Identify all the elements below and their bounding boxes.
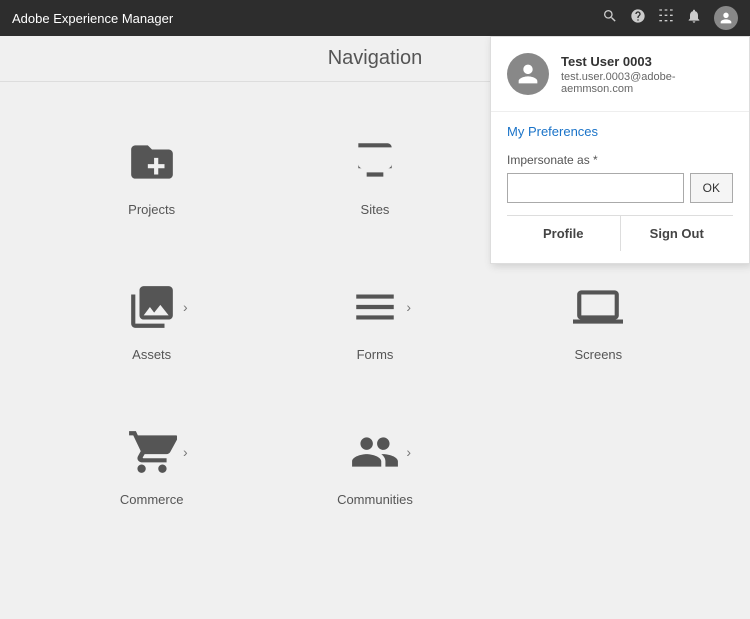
nav-item-communities[interactable]: › Communities [263, 392, 486, 537]
app-title: Adobe Experience Manager [12, 11, 173, 26]
profile-footer: Profile Sign Out [507, 215, 733, 251]
nav-bar-title: Navigation [328, 47, 423, 70]
forms-label: Forms [357, 347, 394, 362]
my-preferences-link[interactable]: My Preferences [507, 124, 733, 139]
sites-icon [345, 132, 405, 192]
impersonate-label: Impersonate as * [507, 153, 733, 167]
profile-avatar [507, 53, 549, 95]
assets-label: Assets [132, 347, 171, 362]
profile-button[interactable]: Profile [507, 216, 621, 251]
nav-item-projects[interactable]: Projects [40, 102, 263, 247]
communities-icon: › [345, 422, 405, 482]
nav-item-commerce[interactable]: › Commerce [40, 392, 263, 537]
profile-body: My Preferences Impersonate as * OK Profi… [491, 112, 749, 263]
impersonate-row: OK [507, 173, 733, 203]
projects-icon [122, 132, 182, 192]
bell-icon[interactable] [686, 8, 702, 29]
search-icon[interactable] [602, 8, 618, 29]
profile-header: Test User 0003 test.user.0003@adobe-aemm… [491, 37, 749, 112]
nav-item-screens[interactable]: Screens [487, 247, 710, 392]
nav-item-forms[interactable]: › Forms [263, 247, 486, 392]
forms-icon: › [345, 277, 405, 337]
sign-out-button[interactable]: Sign Out [621, 216, 734, 251]
sites-label: Sites [361, 202, 390, 217]
assets-icon: › [122, 277, 182, 337]
profile-email: test.user.0003@adobe-aemmson.com [561, 71, 733, 95]
apps-icon[interactable] [658, 8, 674, 29]
avatar[interactable] [714, 6, 738, 30]
help-icon[interactable] [630, 8, 646, 29]
profile-name: Test User 0003 [561, 54, 733, 69]
commerce-icon: › [122, 422, 182, 482]
screens-label: Screens [574, 347, 622, 362]
screens-icon [568, 277, 628, 337]
header-icons [602, 6, 738, 30]
communities-label: Communities [337, 492, 413, 507]
commerce-label: Commerce [120, 492, 184, 507]
nav-item-assets[interactable]: › Assets [40, 247, 263, 392]
impersonate-input[interactable] [507, 173, 684, 203]
header: Adobe Experience Manager [0, 0, 750, 36]
profile-dropdown: Test User 0003 test.user.0003@adobe-aemm… [490, 36, 750, 264]
projects-label: Projects [128, 202, 175, 217]
profile-info: Test User 0003 test.user.0003@adobe-aemm… [561, 54, 733, 95]
ok-button[interactable]: OK [690, 173, 733, 203]
nav-item-sites[interactable]: Sites [263, 102, 486, 247]
